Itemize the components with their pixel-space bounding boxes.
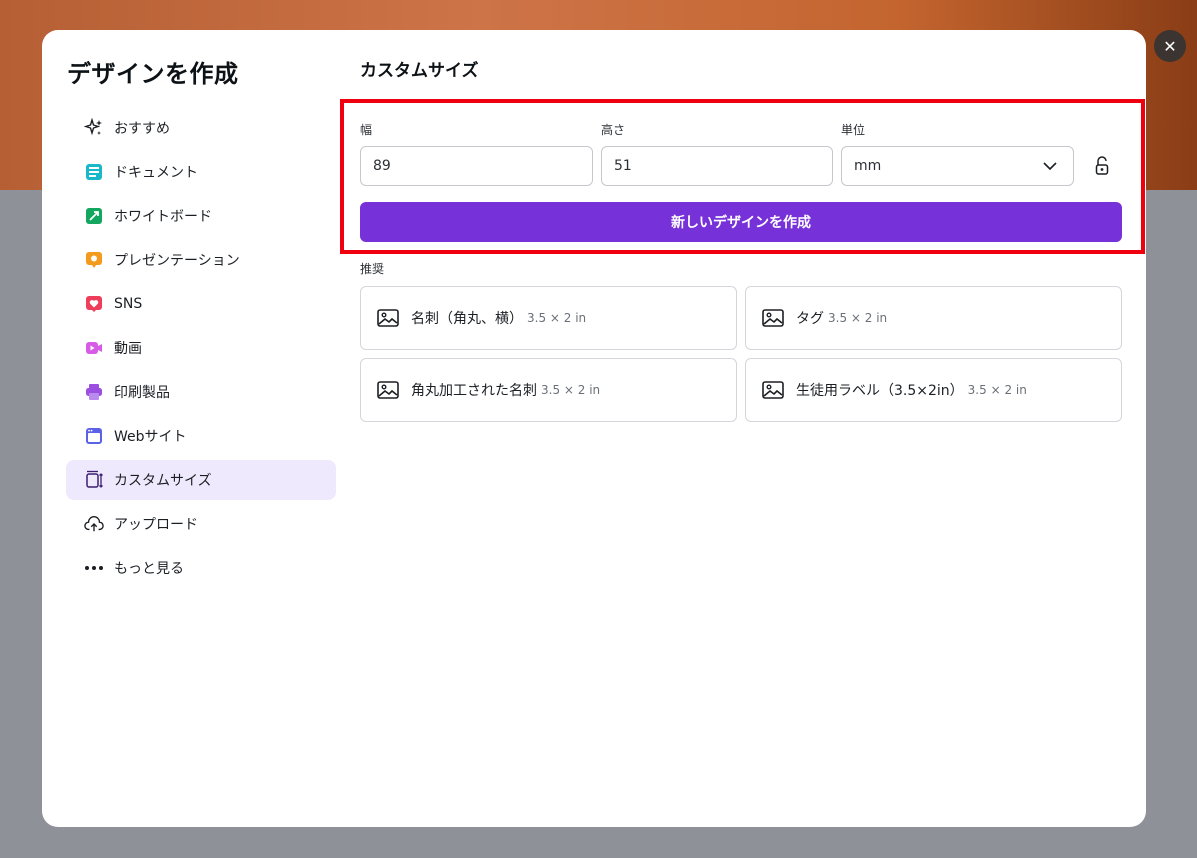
- unit-select-value: mm: [854, 158, 882, 174]
- sidebar-item-label: アップロード: [114, 517, 198, 533]
- whiteboard-icon: [84, 206, 104, 226]
- sidebar-item-label: プレゼンテーション: [114, 253, 240, 269]
- main-panel: カスタムサイズ 幅 89 高さ 51 単位 mm 新しいデザインを作成 推奨 名…: [340, 30, 1146, 827]
- sidebar-item-whiteboard[interactable]: ホワイトボード: [66, 196, 336, 236]
- create-new-design-button[interactable]: 新しいデザインを作成: [360, 202, 1122, 242]
- height-label: 高さ: [601, 123, 626, 137]
- sidebar-item-upload[interactable]: アップロード: [66, 504, 336, 544]
- video-icon: [84, 338, 104, 358]
- upload-cloud-icon: [84, 514, 104, 534]
- image-icon: [762, 309, 784, 327]
- card-size: 3.5 × 2 in: [527, 311, 587, 325]
- close-button[interactable]: ✕: [1154, 30, 1186, 62]
- modal-title: デザインを作成: [67, 60, 239, 88]
- card-size: 3.5 × 2 in: [541, 383, 601, 397]
- width-label: 幅: [360, 123, 373, 137]
- sidebar-item-label: 印刷製品: [114, 385, 170, 401]
- website-icon: [84, 426, 104, 446]
- sidebar-nav: おすすめ ドキュメント ホワイトボード プレゼンテーション SNS 動画 印刷製…: [66, 108, 336, 592]
- sparkles-icon: [84, 118, 104, 138]
- recommended-card[interactable]: タグ 3.5 × 2 in: [745, 286, 1122, 350]
- sidebar-item-label: Webサイト: [114, 429, 187, 445]
- height-input[interactable]: 51: [601, 146, 833, 186]
- card-name: 名刺（角丸、横）: [411, 311, 523, 327]
- sidebar-item-label: おすすめ: [114, 121, 170, 137]
- create-design-modal: デザインを作成 おすすめ ドキュメント ホワイトボード プレゼンテーション SN…: [42, 30, 1146, 827]
- chevron-down-icon: [1043, 158, 1057, 174]
- sidebar-item-label: カスタムサイズ: [114, 473, 212, 489]
- recommended-card[interactable]: 角丸加工された名刺 3.5 × 2 in: [360, 358, 737, 422]
- more-dots-icon: [84, 558, 104, 578]
- unlock-icon[interactable]: [1094, 156, 1110, 176]
- sidebar-item-label: ホワイトボード: [114, 209, 212, 225]
- image-icon: [377, 309, 399, 327]
- custom-size-icon: [84, 470, 104, 490]
- document-icon: [84, 162, 104, 182]
- sidebar-item-print[interactable]: 印刷製品: [66, 372, 336, 412]
- sidebar: デザインを作成 おすすめ ドキュメント ホワイトボード プレゼンテーション SN…: [42, 30, 352, 827]
- image-icon: [377, 381, 399, 399]
- close-icon: ✕: [1163, 36, 1177, 56]
- sidebar-item-presentation[interactable]: プレゼンテーション: [66, 240, 336, 280]
- sidebar-item-label: ドキュメント: [114, 165, 198, 181]
- width-input-value: 89: [373, 158, 391, 174]
- sidebar-item-document[interactable]: ドキュメント: [66, 152, 336, 192]
- sidebar-item-label: もっと見る: [114, 561, 184, 577]
- recommended-card[interactable]: 生徒用ラベル（3.5×2in） 3.5 × 2 in: [745, 358, 1122, 422]
- heart-icon: [84, 294, 104, 314]
- unit-select[interactable]: mm: [841, 146, 1074, 186]
- recommended-label: 推奨: [360, 262, 385, 276]
- sidebar-item-custom-size[interactable]: カスタムサイズ: [66, 460, 336, 500]
- sidebar-item-label: 動画: [114, 341, 142, 357]
- card-name: 角丸加工された名刺: [411, 383, 537, 399]
- recommended-card[interactable]: 名刺（角丸、横） 3.5 × 2 in: [360, 286, 737, 350]
- sidebar-item-more[interactable]: もっと見る: [66, 548, 336, 588]
- sidebar-item-recommended[interactable]: おすすめ: [66, 108, 336, 148]
- card-size: 3.5 × 2 in: [828, 311, 888, 325]
- presentation-icon: [84, 250, 104, 270]
- width-input[interactable]: 89: [360, 146, 593, 186]
- card-size: 3.5 × 2 in: [967, 383, 1027, 397]
- height-input-value: 51: [614, 158, 632, 174]
- sidebar-item-website[interactable]: Webサイト: [66, 416, 336, 456]
- printer-icon: [84, 382, 104, 402]
- unit-label: 単位: [841, 123, 866, 137]
- card-name: タグ: [796, 311, 824, 327]
- sidebar-item-label: SNS: [114, 296, 143, 312]
- card-name: 生徒用ラベル（3.5×2in）: [796, 383, 964, 399]
- image-icon: [762, 381, 784, 399]
- sidebar-item-video[interactable]: 動画: [66, 328, 336, 368]
- section-title: カスタムサイズ: [360, 61, 479, 81]
- sidebar-item-sns[interactable]: SNS: [66, 284, 336, 324]
